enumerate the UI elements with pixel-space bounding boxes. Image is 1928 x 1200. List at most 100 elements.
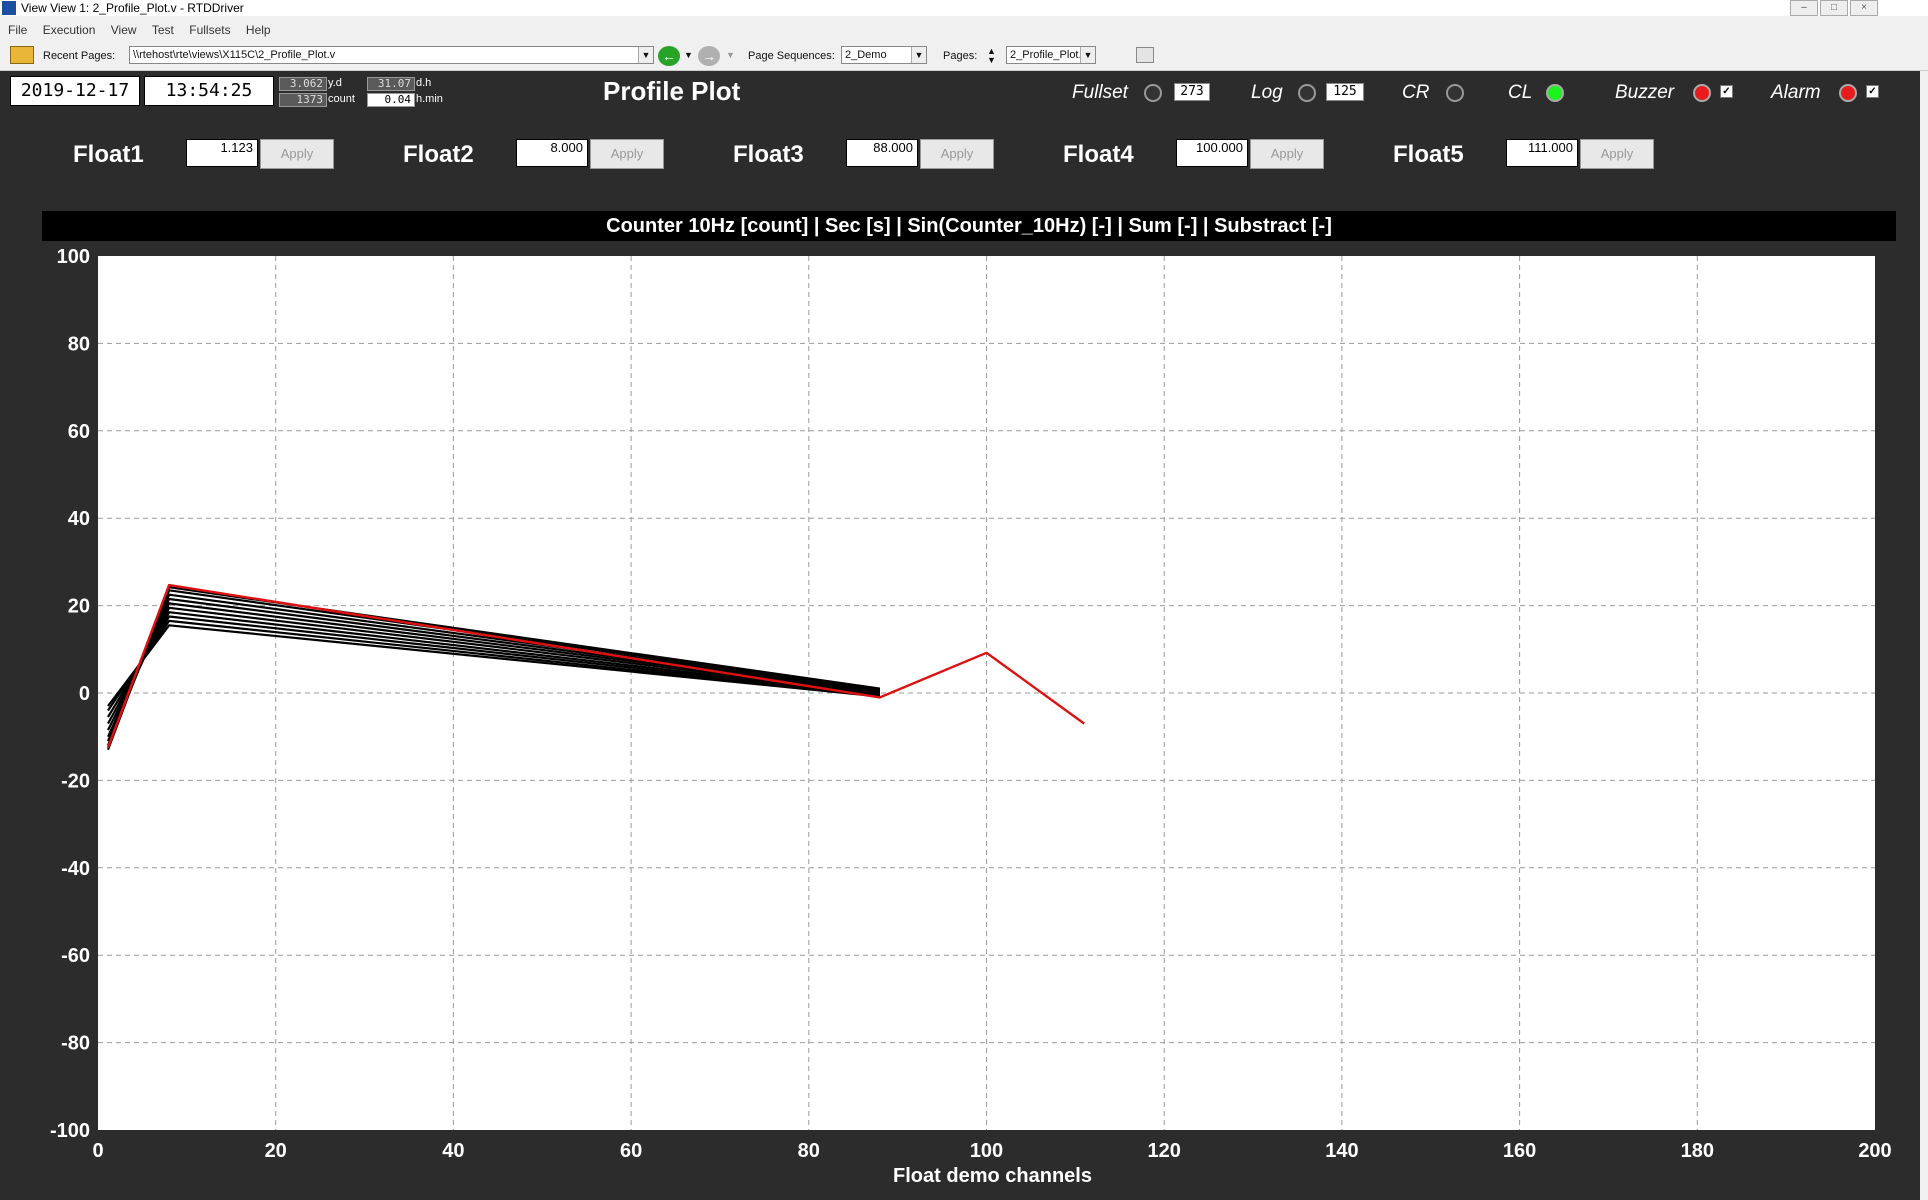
float5-input[interactable]: 111.000 (1506, 139, 1578, 167)
buzzer-label: Buzzer (1615, 82, 1675, 103)
time-display: 13:54:25 (144, 76, 274, 106)
float1-label: Float1 (73, 141, 144, 168)
log-label: Log (1251, 82, 1283, 103)
chevron-down-icon[interactable]: ▼ (911, 47, 926, 63)
float5-apply-button[interactable]: Apply (1580, 139, 1654, 169)
x-tick-label: 0 (92, 1140, 103, 1162)
float4-apply-button[interactable]: Apply (1250, 139, 1324, 169)
pages-label: Pages: (943, 50, 978, 62)
scrollbar-area (1920, 71, 1928, 1200)
x-tick-label: 100 (970, 1140, 1003, 1162)
cl-led-icon (1546, 84, 1564, 102)
chart-title: Counter 10Hz [count] | Sec [s] | Sin(Cou… (42, 211, 1896, 241)
y-tick-label: 60 (68, 421, 90, 443)
window-title: View View 1: 2_Profile_Plot.v - RTDDrive… (21, 1, 244, 15)
date-display: 2019-12-17 (10, 76, 140, 106)
float2-apply-button[interactable]: Apply (590, 139, 664, 169)
app-icon (2, 1, 16, 15)
minimize-icon[interactable]: – (1790, 0, 1818, 16)
yd-value: 3.062 (279, 77, 327, 91)
forward-arrow-icon[interactable]: → (698, 46, 720, 66)
alarm-label: Alarm (1771, 82, 1821, 103)
page-sequences-value: 2_Demo (845, 49, 887, 61)
float1-input[interactable]: 1.123 (186, 139, 258, 167)
forward-dropdown-icon[interactable]: ▼ (726, 50, 735, 60)
float3-label: Float3 (733, 141, 804, 168)
x-axis-label: Float demo channels (893, 1165, 1092, 1187)
count-value: 1373 (279, 93, 327, 107)
y-tick-label: 80 (68, 333, 90, 355)
count-unit: count (328, 93, 355, 105)
float2-label: Float2 (403, 141, 474, 168)
buzzer-checkbox[interactable]: ✓ (1720, 85, 1733, 98)
page-title: Profile Plot (603, 76, 741, 106)
open-folder-icon[interactable] (10, 46, 34, 64)
x-tick-label: 180 (1681, 1140, 1714, 1162)
page-sequences-select[interactable]: 2_Demo ▼ (841, 46, 927, 64)
float3-apply-button[interactable]: Apply (920, 139, 994, 169)
menu-file[interactable]: File (8, 23, 27, 37)
menu-test[interactable]: Test (152, 23, 174, 37)
yd-unit: y.d (328, 77, 342, 89)
menu-help[interactable]: Help (246, 23, 271, 37)
float3-input[interactable]: 88.000 (846, 139, 918, 167)
x-tick-label: 120 (1148, 1140, 1181, 1162)
dh-unit: d.h (416, 77, 432, 89)
pages-spinner-icon[interactable]: ▲ ▼ (987, 47, 996, 65)
buzzer-led-icon (1693, 84, 1711, 102)
recent-pages-select[interactable]: \\rtehost\rte\views\X115C\2_Profile_Plot… (129, 46, 654, 64)
recent-pages-value: \\rtehost\rte\views\X115C\2_Profile_Plot… (133, 49, 336, 61)
y-tick-label: 40 (68, 508, 90, 530)
profile-plot-chart: 0 20 40 60 80 100 120 140 160 180 200100806040200-… (50, 246, 1892, 1187)
x-tick-label: 60 (620, 1140, 642, 1162)
chevron-down-icon[interactable]: ▼ (638, 47, 653, 63)
menu-bar: File Execution View Test Fullsets Help (0, 20, 1928, 40)
float4-label: Float4 (1063, 141, 1134, 168)
back-dropdown-icon[interactable]: ▼ (684, 50, 693, 60)
cl-label: CL (1508, 82, 1533, 103)
fullset-count: 273 (1174, 83, 1210, 101)
menu-execution[interactable]: Execution (43, 23, 96, 37)
chevron-down-icon[interactable]: ▼ (1080, 47, 1095, 63)
pages-select[interactable]: 2_Profile_Plot.v ▼ (1006, 46, 1096, 64)
x-tick-label: 80 (798, 1140, 820, 1162)
hmin-value: 0.04 (367, 93, 415, 107)
x-tick-label: 160 (1503, 1140, 1536, 1162)
fullset-led-icon (1144, 84, 1162, 102)
menu-fullsets[interactable]: Fullsets (189, 23, 230, 37)
x-tick-label: 20 (265, 1140, 287, 1162)
back-arrow-icon[interactable]: ← (658, 46, 680, 66)
alarm-led-icon (1839, 84, 1857, 102)
y-tick-label: -20 (61, 770, 90, 792)
recent-pages-label: Recent Pages: (43, 50, 116, 62)
hmin-unit: h.min (416, 93, 443, 105)
maximize-icon[interactable]: □ (1820, 0, 1848, 16)
y-tick-label: -80 (61, 1033, 90, 1055)
float4-input[interactable]: 100.000 (1176, 139, 1248, 167)
log-led-icon (1298, 84, 1316, 102)
fullset-label: Fullset (1072, 82, 1128, 103)
window-controls: – □ × (1788, 0, 1878, 16)
x-tick-label: 140 (1325, 1140, 1358, 1162)
float1-apply-button[interactable]: Apply (260, 139, 334, 169)
float5-label: Float5 (1393, 141, 1464, 168)
float2-input[interactable]: 8.000 (516, 139, 588, 167)
y-tick-label: -60 (61, 945, 90, 967)
x-tick-label: 200 (1858, 1140, 1891, 1162)
x-tick-label: 40 (442, 1140, 464, 1162)
menu-view[interactable]: View (111, 23, 137, 37)
log-count: 125 (1326, 83, 1364, 101)
y-tick-label: 100 (57, 246, 90, 268)
cr-label: CR (1402, 82, 1430, 103)
y-tick-label: -40 (61, 858, 90, 880)
cr-led-icon (1446, 84, 1464, 102)
window-titlebar: View View 1: 2_Profile_Plot.v - RTDDrive… (0, 0, 1928, 16)
toolbar: Recent Pages: \\rtehost\rte\views\X115C\… (0, 43, 1928, 71)
y-tick-label: 0 (79, 683, 90, 705)
close-icon[interactable]: × (1850, 0, 1878, 16)
dh-value: 31.07 (367, 77, 415, 91)
y-tick-label: 20 (68, 596, 90, 618)
page-sequences-label: Page Sequences: (748, 50, 835, 62)
alarm-checkbox[interactable]: ✓ (1866, 85, 1879, 98)
chart-view-icon[interactable] (1136, 47, 1154, 63)
